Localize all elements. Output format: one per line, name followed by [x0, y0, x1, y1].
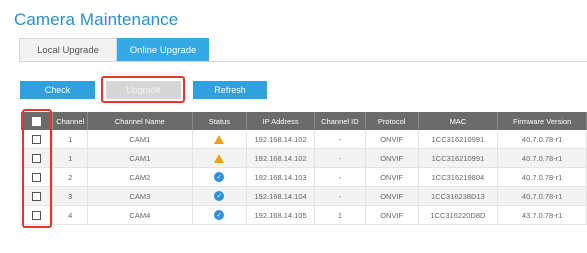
mac-cell: 1CC316210991 — [418, 130, 499, 149]
ip-address-cell: 192.168.14.105 — [246, 205, 315, 225]
channel-id-cell: - — [314, 167, 366, 187]
channel-cell: 3 — [52, 186, 89, 206]
page-title: Camera Maintenance — [14, 10, 179, 29]
column-header-channel[interactable]: Channel — [52, 112, 89, 130]
warning-icon — [214, 153, 225, 163]
table-row[interactable]: 4 CAM4 ✓ 192.168.14.105 1 ONVIF 1CC31622… — [21, 205, 587, 225]
table-row[interactable]: 3 CAM3 ✓ 192.168.14.104 - ONVIF 1CC31623… — [21, 186, 587, 206]
channel-cell: 4 — [52, 205, 89, 225]
channel-name-cell: CAM4 — [87, 205, 193, 225]
table-header-row: Channel Channel Name Status IP Address C… — [21, 112, 587, 130]
column-header-status[interactable]: Status — [192, 112, 248, 130]
ip-address-cell: 192.168.14.102 — [246, 148, 315, 168]
tab-online-upgrade[interactable]: Online Upgrade — [117, 38, 209, 62]
table-row[interactable]: 1 CAM1 192.168.14.102 - ONVIF 1CC3162109… — [21, 148, 587, 168]
protocol-cell: ONVIF — [365, 186, 419, 206]
table-row[interactable]: 2 CAM2 ✓ 192.168.14.103 - ONVIF 1CC31621… — [21, 167, 587, 187]
check-button[interactable]: Check — [20, 81, 95, 99]
protocol-cell: ONVIF — [365, 130, 419, 149]
firmware-cell: 40.7.0.78-r1 — [497, 148, 587, 168]
column-header-channel-name[interactable]: Channel Name — [87, 112, 193, 130]
warning-icon — [214, 134, 225, 144]
channel-cell: 2 — [52, 167, 89, 187]
firmware-cell: 43.7.0.78-r1 — [497, 205, 587, 225]
channel-id-cell: - — [314, 148, 366, 168]
status-cell: ✓ — [192, 167, 248, 187]
protocol-cell: ONVIF — [365, 205, 419, 225]
column-header-mac[interactable]: MAC — [418, 112, 499, 130]
checkbox-column-highlight-box — [22, 109, 52, 228]
channel-cell: 1 — [52, 130, 89, 149]
channel-id-cell: - — [314, 186, 366, 206]
channel-name-cell: CAM2 — [87, 167, 193, 187]
channel-name-cell: CAM1 — [87, 130, 193, 149]
status-cell: ✓ — [192, 186, 248, 206]
mac-cell: 1CC316219804 — [418, 167, 499, 187]
check-circle-icon: ✓ — [214, 191, 225, 201]
firmware-cell: 40.7.0.78-r1 — [497, 186, 587, 206]
column-header-firmware-version[interactable]: Firmware Version — [497, 112, 587, 130]
column-header-ip-address[interactable]: IP Address — [246, 112, 315, 130]
firmware-cell: 40.7.0.78-r1 — [497, 130, 587, 149]
status-cell — [192, 148, 248, 168]
firmware-cell: 40.7.0.78-r1 — [497, 167, 587, 187]
upgrade-highlight-box — [101, 76, 185, 103]
ip-address-cell: 192.168.14.103 — [246, 167, 315, 187]
tab-divider — [19, 61, 587, 62]
table-row[interactable]: 1 CAM1 192.168.14.102 - ONVIF 1CC3162109… — [21, 130, 587, 149]
refresh-button[interactable]: Refresh — [193, 81, 267, 99]
channel-id-cell: - — [314, 130, 366, 149]
mac-cell: 1CC316238D13 — [418, 186, 499, 206]
status-cell — [192, 130, 248, 149]
column-header-protocol[interactable]: Protocol — [365, 112, 419, 130]
check-circle-icon: ✓ — [214, 210, 225, 220]
channel-cell: 1 — [52, 148, 89, 168]
channel-name-cell: CAM1 — [87, 148, 193, 168]
check-circle-icon: ✓ — [214, 172, 225, 182]
protocol-cell: ONVIF — [365, 148, 419, 168]
channel-id-cell: 1 — [314, 205, 366, 225]
channel-name-cell: CAM3 — [87, 186, 193, 206]
mac-cell: 1CC316210991 — [418, 148, 499, 168]
camera-table: Channel Channel Name Status IP Address C… — [21, 112, 587, 225]
column-header-channel-id[interactable]: Channel ID — [314, 112, 366, 130]
status-cell: ✓ — [192, 205, 248, 225]
tab-bar: Local Upgrade Online Upgrade — [19, 38, 209, 62]
mac-cell: 1CC316220D8D — [418, 205, 499, 225]
ip-address-cell: 192.168.14.102 — [246, 130, 315, 149]
ip-address-cell: 192.168.14.104 — [246, 186, 315, 206]
tab-local-upgrade[interactable]: Local Upgrade — [19, 38, 117, 62]
protocol-cell: ONVIF — [365, 167, 419, 187]
